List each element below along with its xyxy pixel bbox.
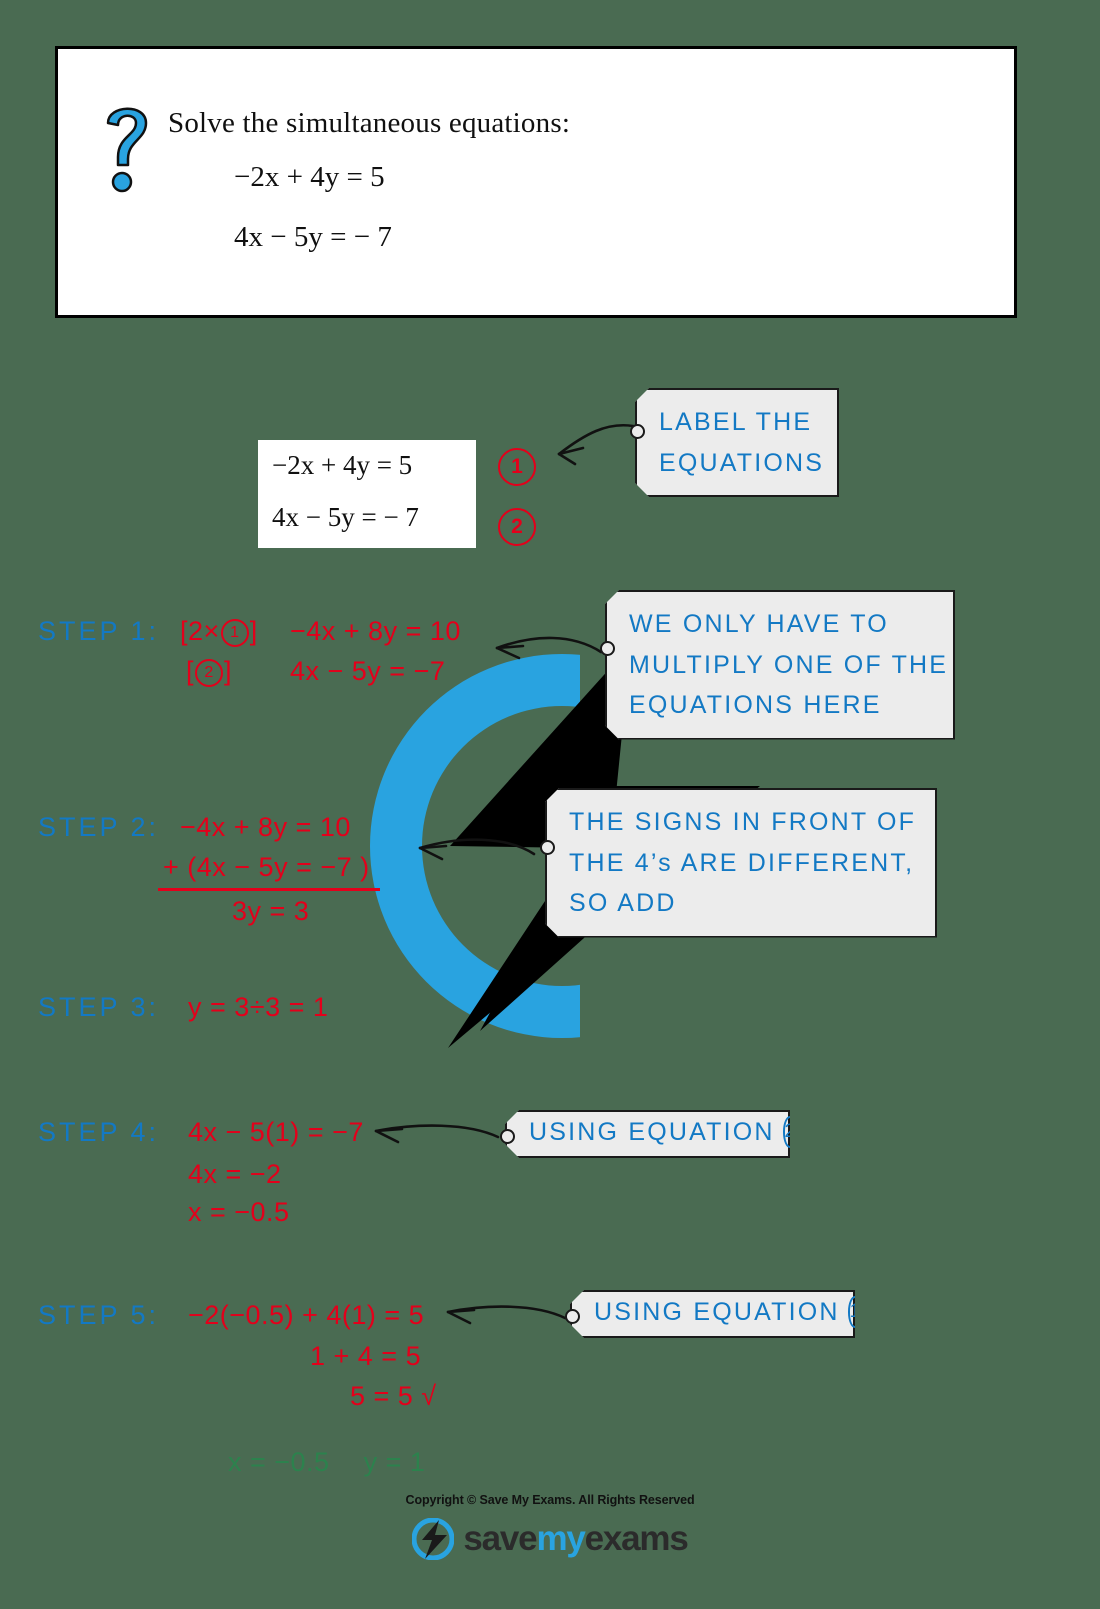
labelled-equation-1: −2x + 4y = 5	[272, 450, 413, 480]
step-4-line-1: 4x − 5(1) = −7	[188, 1117, 364, 1147]
step-1-label: STEP 1:	[38, 616, 160, 646]
final-answer-x: x = −0.5	[228, 1447, 330, 1477]
arrow-to-step-1	[487, 626, 607, 666]
step-1-expression-1: −4x + 8y = 10	[290, 616, 461, 646]
callout-using-equation-2-text: USING EQUATION	[529, 1117, 775, 1146]
question-equation-1: −2x + 4y = 5	[234, 161, 385, 193]
step-2-sum-rule	[158, 888, 380, 891]
arrow-to-step-4	[368, 1115, 503, 1147]
step-4-line-2: 4x = −2	[188, 1159, 282, 1189]
step-2-label: STEP 2:	[38, 812, 160, 842]
callout-eyelet-icon	[540, 840, 555, 855]
callout-using-equation-2-circled: 2	[783, 1116, 798, 1148]
arrow-to-step-2	[410, 828, 540, 868]
callout-multiply-line-3: EQUATIONS HERE	[629, 691, 882, 719]
callout-eyelet-icon	[565, 1309, 580, 1324]
callout-signs-different: THE SIGNS IN FRONT OF THE 4’s ARE DIFFER…	[545, 788, 937, 938]
callout-eyelet-icon	[500, 1129, 515, 1144]
callout-eyelet-icon	[630, 424, 645, 439]
brand-word-exams: exams	[584, 1519, 689, 1558]
equation-tag-1: 1	[498, 448, 536, 486]
question-mark-icon	[98, 97, 156, 193]
step-4-label: STEP 4:	[38, 1117, 160, 1147]
callout-using-equation-1-text: USING EQUATION	[594, 1297, 840, 1326]
callout-multiply-one-equation: WE ONLY HAVE TO MULTIPLY ONE OF THE EQUA…	[605, 590, 955, 740]
step-1-bracket-2-close: ]	[224, 656, 233, 686]
question-equation-2: 4x − 5y = − 7	[234, 221, 392, 253]
step-5-line-1: −2(−0.5) + 4(1) = 5	[188, 1300, 425, 1330]
step-2-line-1: −4x + 8y = 10	[180, 812, 351, 842]
callout-signs-line-2: THE 4’s ARE DIFFERENT,	[569, 848, 915, 877]
callout-label-equations: LABEL THE EQUATIONS	[635, 388, 839, 497]
step-5-line-2: 1 + 4 = 5	[310, 1341, 422, 1371]
step-1-circled-1: 1	[220, 618, 249, 647]
brand-logo: savemyexams	[0, 1518, 1100, 1560]
equation-tag-2: 2	[498, 508, 536, 546]
lightning-bolt-icon	[412, 1518, 455, 1560]
question-prompt: Solve the simultaneous equations:	[168, 107, 571, 139]
labelled-equation-2: 4x − 5y = − 7	[272, 502, 419, 532]
question-box: Solve the simultaneous equations: −2x + …	[55, 46, 1017, 318]
callout-signs-line-3: SO ADD	[569, 889, 677, 917]
worksheet-page: Solve the simultaneous equations: −2x + …	[0, 0, 1100, 1609]
callout-multiply-line-1: WE ONLY HAVE TO	[629, 610, 889, 638]
step-2-line-2: + (4x − 5y = −7 )	[163, 852, 370, 882]
callout-using-equation-1: USING EQUATION 1	[570, 1290, 855, 1338]
final-answer-y: y = 1	[363, 1447, 426, 1477]
callout-using-equation-1-circled: 1	[848, 1296, 863, 1328]
final-answer: x = −0.5 y = 1	[228, 1447, 425, 1478]
step-3-label: STEP 3:	[38, 992, 160, 1022]
callout-label-equations-line-2: EQUATIONS	[659, 448, 825, 477]
step-1-bracket-1-open: [2×	[180, 616, 220, 646]
brand-wordmark: savemyexams	[463, 1519, 689, 1559]
copyright-text: Copyright © Save My Exams. All Rights Re…	[405, 1493, 695, 1507]
callout-multiply-line-2: MULTIPLY ONE OF THE	[629, 650, 949, 679]
step-4-line-3: x = −0.5	[188, 1197, 290, 1227]
step-1-expression-2: 4x − 5y = −7	[290, 656, 446, 686]
callout-eyelet-icon	[600, 641, 615, 656]
labelled-equations-box: −2x + 4y = 5 4x − 5y = − 7	[258, 440, 476, 548]
step-5-label: STEP 5:	[38, 1300, 160, 1330]
step-1-bracket-1-close: ]	[249, 616, 258, 646]
brand-word-my: my	[536, 1519, 585, 1558]
step-3-line-1: y = 3÷3 = 1	[188, 992, 329, 1022]
step-1-bracket-2-open: [	[186, 656, 195, 686]
step-1-circled-2: 2	[195, 658, 224, 687]
callout-signs-line-1: THE SIGNS IN FRONT OF	[569, 808, 917, 836]
step-5-line-3: 5 = 5 √	[350, 1381, 437, 1411]
step-1-bracket-2: [2]	[186, 656, 232, 687]
arrow-to-equation-tag-1	[545, 420, 640, 470]
step-2-result: 3y = 3	[232, 896, 310, 926]
callout-using-equation-2: USING EQUATION 2	[505, 1110, 790, 1158]
arrow-to-step-5	[440, 1296, 570, 1328]
step-1-bracket-1: [2× 1]	[180, 616, 258, 647]
brand-word-save: save	[463, 1519, 537, 1558]
callout-label-equations-line-1: LABEL THE	[659, 408, 813, 436]
